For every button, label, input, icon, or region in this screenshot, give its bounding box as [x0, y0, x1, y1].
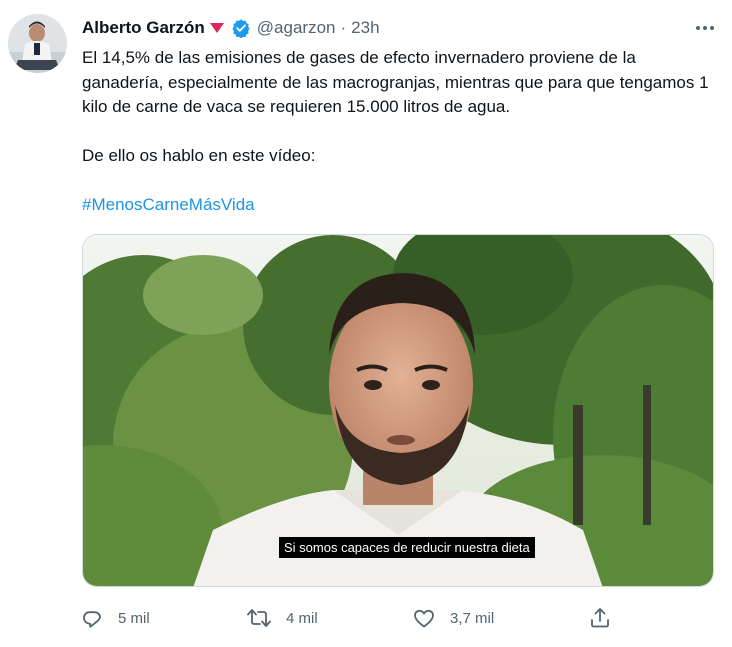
avatar-image	[8, 14, 67, 73]
author-name[interactable]: Alberto Garzón	[82, 18, 205, 38]
more-options-icon[interactable]	[690, 16, 720, 40]
tweet-text: El 14,5% de las emisiones de gases de ef…	[82, 46, 714, 218]
reply-icon	[80, 606, 104, 630]
video-player[interactable]: Si somos capaces de reducir nuestra diet…	[82, 234, 714, 587]
verified-badge-icon	[231, 18, 251, 38]
retweet-button[interactable]: 4 mil	[246, 603, 318, 633]
hashtag-link[interactable]: #MenosCarneMásVida	[82, 195, 255, 214]
author-handle[interactable]: @agarzon	[257, 18, 336, 38]
reply-count: 5 mil	[118, 609, 150, 627]
share-button[interactable]	[588, 603, 612, 633]
tweet-time[interactable]: 23h	[351, 18, 379, 38]
retweet-count: 4 mil	[286, 609, 318, 627]
tweet-paragraph: El 14,5% de las emisiones de gases de ef…	[82, 48, 709, 116]
video-frame	[83, 235, 713, 586]
like-button[interactable]: 3,7 mil	[412, 603, 494, 633]
retweet-icon	[246, 606, 272, 630]
share-icon	[588, 606, 612, 630]
like-icon	[412, 606, 436, 630]
tweet-action-bar: 5 mil 4 mil 3,7 mil	[80, 603, 720, 633]
video-subtitle: Si somos capaces de reducir nuestra diet…	[279, 537, 535, 558]
rose-icon	[209, 21, 225, 35]
reply-button[interactable]: 5 mil	[80, 603, 150, 633]
tweet-paragraph: De ello os hablo en este vídeo:	[82, 146, 316, 165]
separator-dot: ·	[340, 18, 347, 37]
like-count: 3,7 mil	[450, 609, 495, 627]
tweet-header: Alberto Garzón @agarzon · 23h	[82, 16, 380, 40]
avatar[interactable]	[8, 14, 67, 73]
